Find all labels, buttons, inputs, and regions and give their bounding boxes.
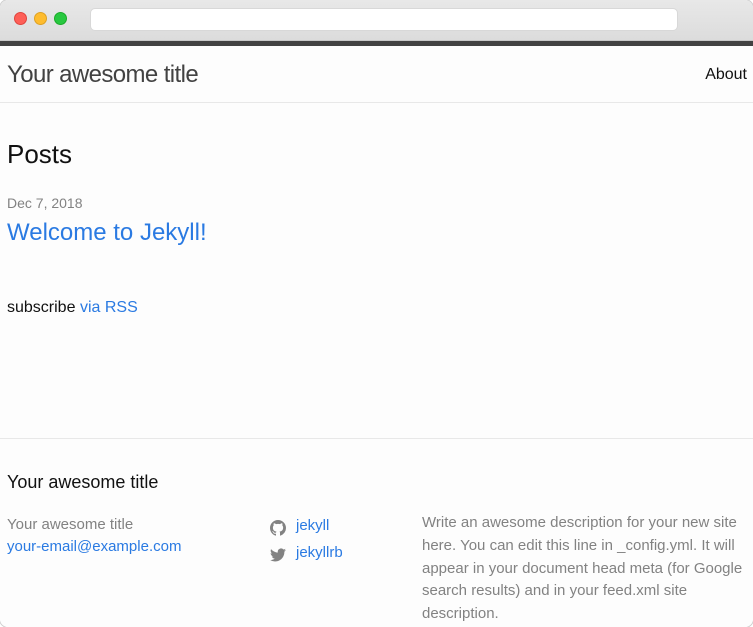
rss-feed-link[interactable]: via RSS bbox=[80, 299, 138, 316]
footer-contact-column: Your awesome title your-email@example.co… bbox=[7, 514, 181, 558]
maximize-window-button[interactable] bbox=[54, 12, 67, 25]
social-item-twitter[interactable]: jekyllrb bbox=[269, 539, 343, 566]
browser-window: Your awesome title About Posts Dec 7, 20… bbox=[0, 0, 753, 627]
footer-description: Write an awesome description for your ne… bbox=[422, 514, 743, 623]
main-content: Posts Dec 7, 2018 Welcome to Jekyll! sub… bbox=[0, 103, 753, 438]
post-title-link[interactable]: Welcome to Jekyll! bbox=[7, 219, 207, 247]
subscribe-text: subscribe bbox=[7, 299, 76, 316]
nav-link-about[interactable]: About bbox=[705, 66, 747, 84]
twitter-username-link[interactable]: jekyllrb bbox=[296, 539, 343, 566]
footer-heading: Your awesome title bbox=[7, 472, 159, 492]
twitter-icon bbox=[269, 545, 286, 562]
site-header: Your awesome title About bbox=[0, 46, 753, 103]
github-icon bbox=[270, 518, 286, 536]
social-item-github[interactable]: jekyll bbox=[270, 512, 343, 539]
footer-social-column: jekyll jekyllrb bbox=[269, 512, 343, 566]
site-title-link[interactable]: Your awesome title bbox=[7, 61, 199, 89]
footer-site-name: Your awesome title bbox=[7, 516, 134, 533]
minimize-window-button[interactable] bbox=[34, 12, 47, 25]
footer-email-link[interactable]: your-email@example.com bbox=[7, 538, 181, 555]
github-username-link[interactable]: jekyll bbox=[296, 512, 329, 539]
post-date: Dec 7, 2018 bbox=[7, 195, 83, 211]
browser-titlebar bbox=[0, 0, 753, 41]
address-bar[interactable] bbox=[90, 8, 678, 31]
subscribe-line: subscribe via RSS bbox=[7, 299, 138, 317]
site-footer: Your awesome title Your awesome title yo… bbox=[0, 438, 753, 627]
close-window-button[interactable] bbox=[14, 12, 27, 25]
posts-heading: Posts bbox=[7, 139, 73, 169]
